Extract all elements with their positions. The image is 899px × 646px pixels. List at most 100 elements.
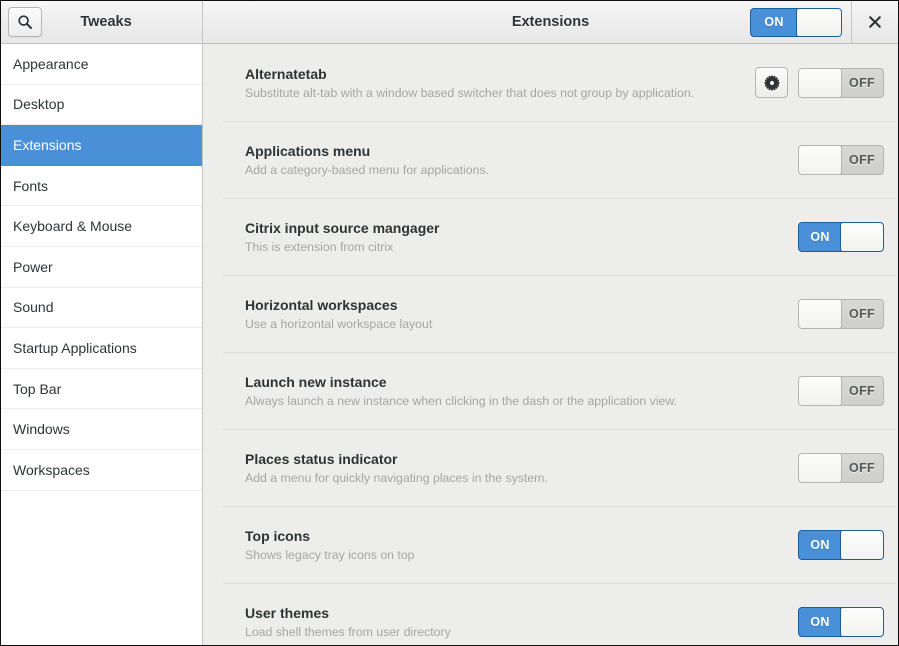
sidebar-item-label: Sound [13,299,53,315]
search-button[interactable] [8,7,42,37]
extension-controls: OFF [798,453,884,483]
sidebar-item-label: Workspaces [13,462,90,478]
extension-toggle-label: ON [799,608,841,636]
extension-toggle-switch[interactable]: OFF [798,68,884,98]
extension-controls: ON [798,530,884,560]
sidebar-item-appearance[interactable]: Appearance [1,44,202,85]
extension-toggle-slider [798,453,842,483]
close-icon [868,15,882,29]
extension-toggle-slider [798,299,842,329]
header-actions: ON [750,1,898,43]
sidebar-item-desktop[interactable]: Desktop [1,85,202,126]
extension-toggle-switch[interactable]: OFF [798,145,884,175]
extension-row: User themes Load shell themes from user d… [203,583,898,646]
extension-toggle-label: OFF [841,69,883,97]
close-button[interactable] [852,1,898,44]
tweaks-window: Tweaks Extensions ON [0,0,899,646]
extension-text: User themes Load shell themes from user d… [245,605,798,639]
extension-name: Launch new instance [245,374,788,390]
extension-toggle-switch[interactable]: OFF [798,299,884,329]
sidebar-item-windows[interactable]: Windows [1,409,202,450]
extension-row: Top icons Shows legacy tray icons on top O… [203,506,898,583]
sidebar-item-top-bar[interactable]: Top Bar [1,369,202,410]
extension-name: Citrix input source mangager [245,220,788,236]
window-body: Appearance Desktop Extensions Fonts Keyboard… [1,44,898,646]
extension-controls: ON [798,222,884,252]
extension-toggle-slider [798,376,842,406]
extension-description: Substitute alt-tab with a window based s… [245,86,745,100]
sidebar-item-label: Keyboard & Mouse [13,218,132,234]
sidebar-item-label: Appearance [13,56,89,72]
sidebar-item-label: Fonts [13,178,48,194]
extension-description: Add a category-based menu for applicatio… [245,163,788,177]
extension-toggle-switch[interactable]: ON [798,222,884,252]
sidebar-item-keyboard-mouse[interactable]: Keyboard & Mouse [1,206,202,247]
extension-description: Always launch a new instance when clicki… [245,394,788,408]
extension-description: Use a horizontal workspace layout [245,317,788,331]
extension-text: Places status indicator Add a menu for qu… [245,451,798,485]
extension-text: Applications menu Add a category-based me… [245,143,798,177]
extension-row: Horizontal workspaces Use a horizontal wo… [203,275,898,352]
extension-description: Load shell themes from user directory [245,625,788,639]
extension-controls: OFF [798,145,884,175]
sidebar-item-workspaces[interactable]: Workspaces [1,450,202,491]
header-bar: Tweaks Extensions ON [1,1,898,44]
extension-toggle-label: OFF [841,454,883,482]
extension-toggle-switch[interactable]: OFF [798,453,884,483]
extension-description: This is extension from citrix [245,240,788,254]
header-sidebar-section: Tweaks [1,1,203,43]
extension-toggle-slider [840,222,884,252]
sidebar-item-label: Power [13,259,53,275]
extension-name: Alternatetab [245,66,745,82]
extension-toggle-label: OFF [841,146,883,174]
sidebar: Appearance Desktop Extensions Fonts Keyboard… [1,44,203,646]
extension-text: Top icons Shows legacy tray icons on top [245,528,798,562]
extension-text: Horizontal workspaces Use a horizontal wo… [245,297,798,331]
extension-row: Launch new instance Always launch a new i… [203,352,898,429]
master-switch-slider [796,8,842,37]
sidebar-item-label: Top Bar [13,381,61,397]
master-switch-label: ON [751,9,797,36]
sidebar-item-startup-applications[interactable]: Startup Applications [1,328,202,369]
extension-description: Add a menu for quickly navigating places… [245,471,788,485]
header-content-section: Extensions ON [203,1,898,43]
extension-text: Launch new instance Always launch a new i… [245,374,798,408]
master-extensions-switch[interactable]: ON [750,8,842,37]
sidebar-item-label: Extensions [13,137,81,153]
extension-row: Alternatetab Substitute alt-tab with a wi… [203,44,898,121]
sidebar-item-label: Windows [13,421,70,437]
extensions-list: Alternatetab Substitute alt-tab with a wi… [203,44,898,646]
extension-name: Horizontal workspaces [245,297,788,313]
extension-toggle-switch[interactable]: OFF [798,376,884,406]
sidebar-item-label: Startup Applications [13,340,137,356]
extension-toggle-slider [798,68,842,98]
extension-toggle-slider [840,607,884,637]
sidebar-item-label: Desktop [13,96,64,112]
extension-toggle-switch[interactable]: ON [798,607,884,637]
sidebar-item-power[interactable]: Power [1,247,202,288]
extension-toggle-label: ON [799,223,841,251]
extension-controls: OFF [798,376,884,406]
extension-name: Top icons [245,528,788,544]
extension-name: User themes [245,605,788,621]
extension-row: Citrix input source mangager This is exte… [203,198,898,275]
extension-toggle-label: OFF [841,300,883,328]
extension-description: Shows legacy tray icons on top [245,548,788,562]
extension-text: Citrix input source mangager This is exte… [245,220,798,254]
extension-name: Places status indicator [245,451,788,467]
sidebar-item-sound[interactable]: Sound [1,288,202,329]
extension-toggle-slider [798,145,842,175]
extension-toggle-switch[interactable]: ON [798,530,884,560]
extension-row: Places status indicator Add a menu for qu… [203,429,898,506]
extension-text: Alternatetab Substitute alt-tab with a wi… [245,66,755,100]
extension-controls: OFF [798,299,884,329]
extension-controls: ON [798,607,884,637]
sidebar-item-extensions[interactable]: Extensions [1,125,202,166]
sidebar-item-fonts[interactable]: Fonts [1,166,202,207]
gear-icon [764,75,780,91]
extension-name: Applications menu [245,143,788,159]
app-title: Tweaks [42,14,202,30]
extension-toggle-label: ON [799,531,841,559]
extension-toggle-slider [840,530,884,560]
extension-settings-button[interactable] [755,67,788,98]
